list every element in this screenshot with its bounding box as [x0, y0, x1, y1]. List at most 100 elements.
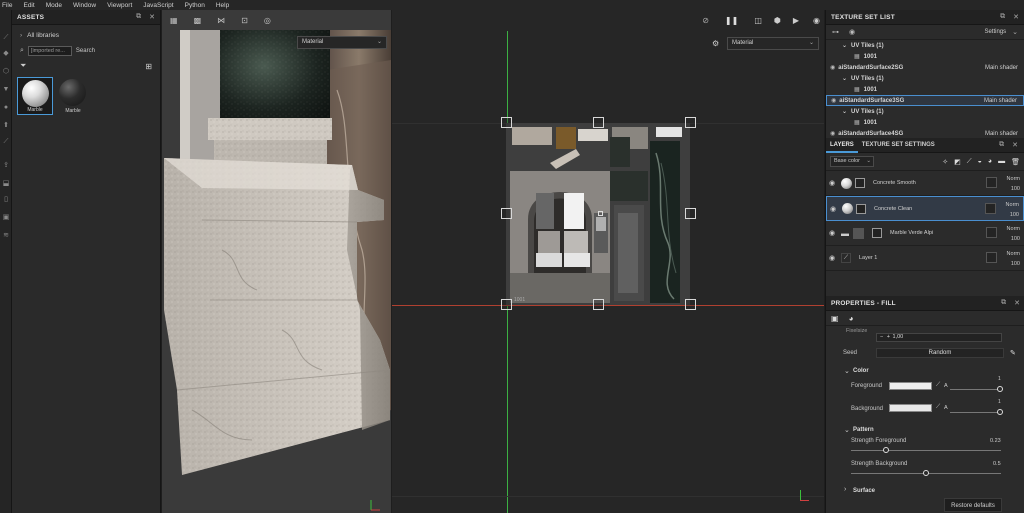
- float-panel-icon[interactable]: ⧉: [136, 13, 141, 21]
- visibility-icon[interactable]: ◉: [827, 205, 839, 213]
- layer-checkbox[interactable]: [986, 252, 997, 263]
- tab-layers[interactable]: LAYERS: [826, 138, 858, 153]
- background-slider-track[interactable]: [950, 412, 1000, 413]
- transform-handle[interactable]: [685, 299, 696, 310]
- uv-tile-row[interactable]: ▦ 1001: [826, 84, 1024, 95]
- layer-blend-opacity[interactable]: Norm 100: [1007, 224, 1020, 244]
- texture-set-row[interactable]: ◉ aiStandardSurface4SG Main shader: [826, 128, 1024, 138]
- visibility-icon[interactable]: ◉: [830, 130, 835, 137]
- texture-set-row[interactable]: ◉ aiStandardSurface2SG Main shader: [826, 62, 1024, 73]
- search-label[interactable]: Search: [76, 48, 95, 54]
- layer-checkbox[interactable]: [986, 227, 997, 238]
- float-panel-icon[interactable]: ⧉: [1001, 299, 1006, 307]
- pattern-section-title[interactable]: Pattern: [853, 427, 874, 433]
- picker-icon[interactable]: ⟋: [2, 138, 10, 146]
- link-icon[interactable]: ⊶: [832, 28, 839, 36]
- smudge-icon[interactable]: ●: [2, 104, 10, 112]
- symmetry-icon[interactable]: ⋈: [217, 16, 225, 25]
- foreground-slider-track[interactable]: [950, 389, 1000, 390]
- layer-row[interactable]: ◉ ⟋ Layer 1 Norm 100: [826, 246, 1024, 271]
- eyedropper-icon[interactable]: ⟋: [936, 404, 940, 411]
- strength-background-slider-knob[interactable]: [923, 470, 929, 476]
- close-icon[interactable]: ✕: [149, 13, 155, 21]
- stepper-plus-icon[interactable]: +: [887, 334, 890, 340]
- close-icon[interactable]: ✕: [1013, 13, 1019, 21]
- layer-row[interactable]: ◉ Concrete Clean Norm 100: [826, 196, 1024, 221]
- visibility-icon[interactable]: ◉: [831, 97, 836, 104]
- float-panel-icon[interactable]: ⧉: [999, 141, 1004, 149]
- eraser-icon[interactable]: ◆: [2, 50, 10, 58]
- viewport-2d[interactable]: ⊘ ❚❚ ◫ ⬢ ▶ ◉ ⚙ Material ⌄ 1001: [392, 10, 824, 513]
- layers-stack-icon[interactable]: ≋: [2, 232, 10, 240]
- visibility-icon[interactable]: ◉: [826, 229, 838, 237]
- chevron-down-icon[interactable]: ⌄: [844, 367, 850, 375]
- layer-blend-opacity[interactable]: Norm 100: [1006, 200, 1019, 220]
- geometry-fill-icon[interactable]: ▼: [2, 86, 10, 94]
- display-settings-icon[interactable]: ▣: [2, 214, 10, 222]
- channel-select[interactable]: Base color ⌄: [830, 156, 874, 167]
- chevron-down-icon[interactable]: ⌄: [844, 426, 850, 434]
- layer-row[interactable]: ◉ Concrete Smooth Norm 100: [826, 171, 1024, 196]
- camera-frame-icon[interactable]: ⊡: [241, 16, 248, 25]
- close-icon[interactable]: ✕: [1012, 141, 1018, 149]
- tab-texture-set-settings[interactable]: TEXTURE SET SETTINGS: [858, 138, 999, 153]
- chevron-down-icon[interactable]: ⌄: [1012, 28, 1018, 36]
- menu-help[interactable]: Help: [216, 2, 229, 9]
- transform-handle[interactable]: [593, 117, 604, 128]
- menu-viewport[interactable]: Viewport: [107, 2, 132, 9]
- export-icon[interactable]: ⇪: [2, 162, 10, 170]
- layer-blend-opacity[interactable]: Norm 100: [1007, 174, 1020, 194]
- close-icon[interactable]: ✕: [1014, 299, 1020, 307]
- layer-checkbox[interactable]: [986, 177, 997, 188]
- foreground-color-swatch[interactable]: [889, 382, 932, 390]
- float-panel-icon[interactable]: ⧉: [1000, 13, 1005, 21]
- transform-handle[interactable]: [501, 208, 512, 219]
- seed-random-button[interactable]: Random: [876, 348, 1004, 358]
- eyedropper-icon[interactable]: ⟋: [936, 382, 940, 389]
- hide-icon[interactable]: ⊘: [702, 16, 709, 25]
- screenshot-icon[interactable]: ◉: [813, 16, 820, 25]
- transform-handle[interactable]: [501, 117, 512, 128]
- strength-foreground-slider-track[interactable]: [851, 450, 1001, 451]
- strength-foreground-slider-knob[interactable]: [882, 447, 889, 453]
- transform-handle[interactable]: [685, 117, 696, 128]
- menu-javascript[interactable]: JavaScript: [143, 2, 173, 9]
- layer-checkbox[interactable]: [985, 203, 996, 214]
- viewport-3d[interactable]: ▦ ▩ ⋈ ⊡ ◎ Material ⌄: [162, 10, 391, 513]
- visibility-icon[interactable]: ◉: [826, 254, 838, 262]
- background-slider-knob[interactable]: [997, 409, 1003, 415]
- target-icon[interactable]: ◎: [264, 16, 271, 25]
- bake-icon[interactable]: ⬓: [2, 180, 10, 188]
- video-camera-icon[interactable]: ▶: [793, 16, 799, 25]
- dense-grid-icon[interactable]: ▩: [194, 16, 202, 25]
- add-folder-icon[interactable]: ▬: [998, 158, 1005, 165]
- viewport-3d-material-select[interactable]: Material ⌄: [297, 36, 387, 49]
- channel-view-icon[interactable]: ⚙: [712, 39, 719, 48]
- uv-tiles-row[interactable]: ⌄ UV Tiles (1): [826, 40, 1024, 51]
- asset-thumbnail[interactable]: Marble: [55, 77, 91, 115]
- visibility-icon[interactable]: ◉: [849, 28, 984, 36]
- texture-set-row[interactable]: ◉ aiStandardSurface3SG Main shader: [826, 95, 1024, 106]
- transform-handle[interactable]: [501, 299, 512, 310]
- restore-defaults-button[interactable]: Restore defaults: [944, 498, 1002, 512]
- settings-dropdown[interactable]: Settings: [984, 29, 1006, 35]
- surface-section-title[interactable]: Surface: [853, 488, 875, 494]
- pause-icon[interactable]: ❚❚: [725, 16, 738, 25]
- background-color-swatch[interactable]: [889, 404, 932, 412]
- shelf-icon[interactable]: ▯: [2, 196, 10, 204]
- stepper-minus-icon[interactable]: −: [880, 334, 883, 340]
- transform-handle[interactable]: [685, 208, 696, 219]
- visibility-icon[interactable]: ◉: [826, 179, 838, 187]
- search-input[interactable]: [imported re...: [27, 45, 72, 56]
- projection-icon[interactable]: ⬡: [2, 68, 10, 76]
- edit-icon[interactable]: ✎: [1010, 349, 1016, 357]
- foreground-slider-knob[interactable]: [997, 386, 1003, 392]
- chevron-right-icon[interactable]: ›: [844, 486, 846, 493]
- add-effect-icon[interactable]: ✧: [942, 158, 948, 166]
- grid-icon[interactable]: ▦: [170, 16, 178, 25]
- layer-row[interactable]: ◉ ▬ Marble Verde Alpi Norm 100: [826, 221, 1024, 246]
- menu-mode[interactable]: Mode: [46, 2, 62, 9]
- library-selector[interactable]: › All libraries: [12, 29, 160, 42]
- menu-file[interactable]: File: [2, 2, 12, 9]
- viewport-2d-material-select[interactable]: Material ⌄: [727, 37, 819, 50]
